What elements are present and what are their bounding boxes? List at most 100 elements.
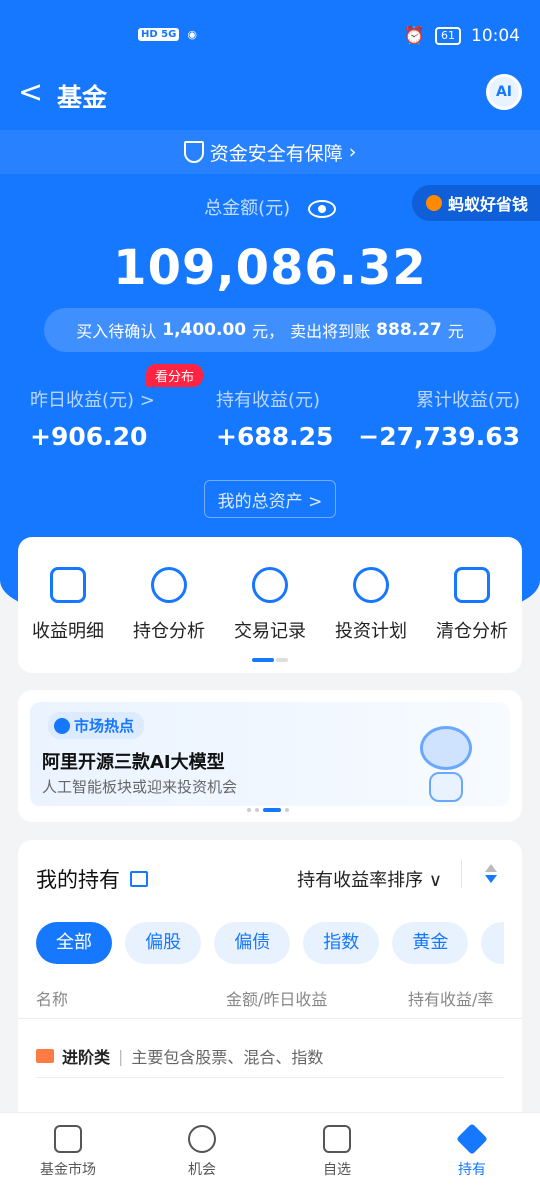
add-watchlist-icon <box>323 1125 351 1153</box>
ant-promo-button[interactable]: 蚂蚁好省钱 <box>411 185 540 221</box>
pie-chart-icon <box>151 567 187 603</box>
ai-assistant-icon[interactable]: AI <box>486 74 522 110</box>
filter-chip-gold[interactable]: 黄金 <box>392 922 469 964</box>
market-icon <box>54 1125 82 1153</box>
sell-pending-amount: 888.27 <box>376 320 442 340</box>
wifi-icon: ◉ <box>187 28 197 41</box>
filter-chips: 全部 偏股 偏债 指数 黄金 <box>36 922 504 964</box>
tab-watchlist[interactable]: 自选 <box>287 1125 387 1179</box>
action-clearance-analysis[interactable]: 清仓分析 <box>422 567 522 643</box>
sell-pending-unit: 元 <box>447 322 464 341</box>
sort-down-icon <box>485 875 497 883</box>
column-name: 名称 <box>36 990 69 1009</box>
cumulative-earnings-label: 累计收益(元) <box>415 390 520 411</box>
status-right: ⏰ 61 10:04 <box>404 26 520 46</box>
pager-dot <box>247 808 251 812</box>
total-assets-button[interactable]: 我的总资产 > <box>204 480 336 518</box>
market-hot-card[interactable]: 市场热点 阿里开源三款AI大模型 人工智能板块或迎来投资机会 <box>18 690 522 822</box>
clock: 10:04 <box>471 26 520 46</box>
hot-tag-label: 市场热点 <box>74 717 135 735</box>
tab-label: 机会 <box>188 1162 216 1178</box>
action-label: 交易记录 <box>234 621 306 642</box>
distribution-badge[interactable]: 看分布 <box>146 364 204 387</box>
tab-label: 基金市场 <box>40 1162 96 1178</box>
signal-indicators: HD 5G ◉ <box>138 28 197 41</box>
category-separator: | <box>118 1046 124 1066</box>
column-amount: 金额/昨日收益 <box>226 990 328 1009</box>
category-description: 主要包含股票、混合、指数 <box>131 1048 324 1067</box>
action-label: 清仓分析 <box>436 621 508 642</box>
yesterday-earnings[interactable]: 昨日收益(元) > +906.20 <box>30 386 155 451</box>
filter-chip-all[interactable]: 全部 <box>36 922 112 964</box>
sort-divider <box>461 860 462 888</box>
cumulative-earnings-value: −27,739.63 <box>358 422 520 451</box>
ant-icon <box>425 195 442 211</box>
tab-opportunity[interactable]: 机会 <box>152 1125 252 1179</box>
filter-chip-index[interactable]: 指数 <box>303 922 380 964</box>
safety-banner[interactable]: 资金安全有保障 › <box>0 130 540 174</box>
pager-dot-active <box>263 808 281 812</box>
eye-icon[interactable] <box>307 200 336 218</box>
hot-tag: 市场热点 <box>48 712 145 739</box>
action-label: 投资计划 <box>335 621 407 642</box>
action-position-analysis[interactable]: 持仓分析 <box>119 567 219 643</box>
flame-icon <box>54 717 70 734</box>
holdings-title-text: 我的持有 <box>36 868 120 892</box>
signal-icon: HD 5G <box>138 28 180 41</box>
action-label: 持仓分析 <box>133 621 205 642</box>
buy-pending-amount: 1,400.00 <box>162 320 247 340</box>
divider <box>18 1018 522 1019</box>
sort-dropdown[interactable]: 持有收益率排序 ∨ <box>297 866 442 892</box>
quick-actions-card: 收益明细 持仓分析 交易记录 投资计划 清仓分析 <box>18 537 522 673</box>
banner-subtitle: 人工智能板块或迎来投资机会 <box>42 778 238 796</box>
pending-summary[interactable]: 买入待确认 1,400.00 元， 卖出将到账 888.27 元 <box>44 308 496 352</box>
binoculars-icon <box>188 1125 216 1153</box>
filter-chip-bond[interactable]: 偏债 <box>214 922 291 964</box>
action-label: 收益明细 <box>32 621 104 642</box>
robot-head <box>420 726 472 770</box>
trend-icon <box>353 567 389 603</box>
filter-chip-equity[interactable]: 偏股 <box>125 922 202 964</box>
pager-inactive <box>276 658 288 662</box>
chevron-right-icon: › <box>348 141 357 163</box>
actions-pager <box>252 658 288 662</box>
alarm-icon: ⏰ <box>403 26 425 46</box>
pager-dot <box>255 808 259 812</box>
exchange-icon <box>252 567 288 603</box>
category-flag-icon <box>36 1049 54 1063</box>
buy-pending-label: 买入待确认 <box>76 322 157 341</box>
document-icon <box>50 567 86 603</box>
status-bar: HD 5G ◉ ⏰ 61 10:04 <box>0 0 540 72</box>
my-holdings-card: 我的持有 持有收益率排序 ∨ 全部 偏股 偏债 指数 黄金 名称 金额/昨日收益… <box>18 840 522 1130</box>
holdings-title: 我的持有 <box>36 864 148 894</box>
filter-chip-more[interactable] <box>481 922 504 964</box>
safety-text: 资金安全有保障 <box>209 142 343 165</box>
tab-label: 持有 <box>458 1162 486 1178</box>
category-name: 进阶类 <box>62 1048 111 1067</box>
holding-earnings-value: +688.25 <box>216 422 334 451</box>
page-title: 基金 <box>57 83 108 112</box>
tab-label: 自选 <box>323 1162 351 1178</box>
layers-icon <box>456 1123 488 1155</box>
tab-holdings[interactable]: 持有 <box>422 1123 522 1179</box>
tab-fund-market[interactable]: 基金市场 <box>18 1125 118 1179</box>
total-amount: 109,086.32 <box>113 240 427 296</box>
sell-pending-label: 卖出将到账 <box>290 322 371 341</box>
back-icon[interactable]: < <box>18 78 43 108</box>
action-investment-plan[interactable]: 投资计划 <box>321 567 421 643</box>
sort-up-icon <box>485 864 497 872</box>
banner-title: 阿里开源三款AI大模型 <box>42 752 225 773</box>
action-earnings-detail[interactable]: 收益明细 <box>18 567 118 643</box>
pager-dot <box>285 808 289 812</box>
robot-mascot-icon <box>416 726 476 802</box>
calendar-icon[interactable] <box>130 871 148 887</box>
chart-board-icon <box>454 567 490 603</box>
total-amount-label: 总金额(元) <box>204 198 291 219</box>
divider <box>36 1077 504 1078</box>
column-return: 持有收益/率 <box>408 990 494 1009</box>
nav-bar: < 基金 AI <box>0 70 540 118</box>
sort-toggle-icon[interactable] <box>484 864 498 886</box>
shield-icon <box>183 141 204 163</box>
action-transaction-records[interactable]: 交易记录 <box>220 567 320 643</box>
bottom-tab-bar: 基金市场 机会 自选 持有 <box>0 1112 540 1188</box>
